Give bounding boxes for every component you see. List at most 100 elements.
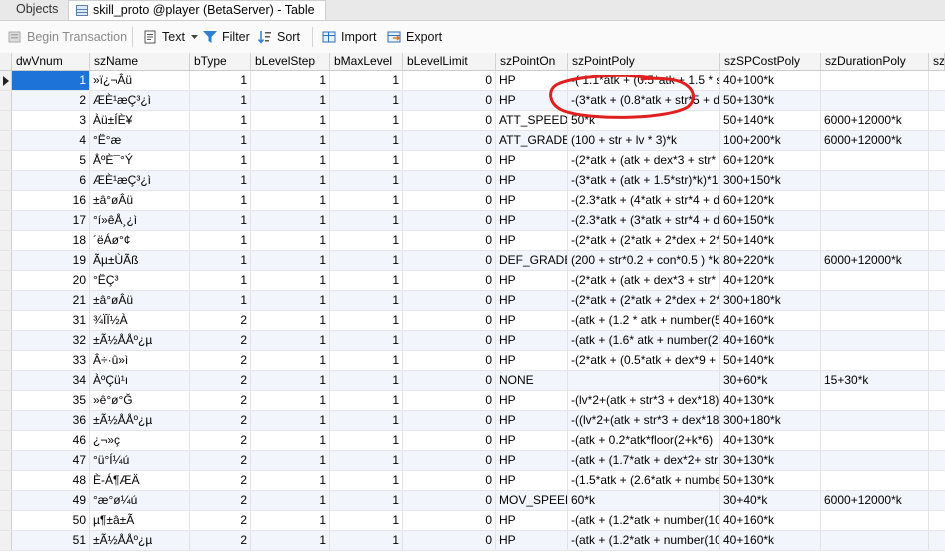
cell-szpointon[interactable]: HP — [496, 171, 568, 190]
cell-blevelstep[interactable]: 1 — [251, 351, 330, 370]
row-indicator[interactable] — [0, 211, 12, 230]
table-row[interactable]: 34 ÀºÇü¹ı 2 1 1 0 NONE 30+60*k 15+30*k — [0, 371, 945, 391]
table-row[interactable]: 33 Â÷·û»ì 2 1 1 0 HP -(2*atk + (0.5*atk + dex*9… — [0, 351, 945, 371]
cell-szpointon[interactable]: HP — [496, 151, 568, 170]
cell-szname[interactable]: Â÷·û»ì — [90, 351, 190, 370]
cell-blevelstep[interactable]: 1 — [251, 491, 330, 510]
cell-bmaxlevel[interactable]: 1 — [330, 311, 403, 330]
cell-bmaxlevel[interactable]: 1 — [330, 451, 403, 470]
cell-szpointpoly[interactable]: -(atk + (1.7*atk + dex*2+ str — [568, 451, 720, 470]
cell-szspcostpoly[interactable]: 50+140*k — [720, 231, 821, 250]
cell-btype[interactable]: 1 — [190, 271, 251, 290]
row-indicator[interactable] — [0, 311, 12, 330]
cell-btype[interactable]: 1 — [190, 291, 251, 310]
cell-btype[interactable]: 2 — [190, 431, 251, 450]
cell-szname[interactable]: ÅºÈ¯°Ý — [90, 151, 190, 170]
cell-blevelstep[interactable]: 1 — [251, 111, 330, 130]
cell-dwvnum[interactable]: 51 — [12, 531, 90, 550]
cell-szpointon[interactable]: HP — [496, 351, 568, 370]
cell-btype[interactable]: 1 — [190, 151, 251, 170]
cell-szpointpoly[interactable]: -(atk + (1.2*atk + number(10 — [568, 531, 720, 550]
cell-szdurationpoly[interactable] — [821, 351, 929, 370]
cell-szdurationpoly[interactable] — [821, 411, 929, 430]
row-indicator[interactable] — [0, 171, 12, 190]
cell-szspcostpoly[interactable]: 50+130*k — [720, 471, 821, 490]
cell-bmaxlevel[interactable]: 1 — [330, 151, 403, 170]
cell-blevellimit[interactable]: 0 — [403, 471, 496, 490]
cell-dwvnum[interactable]: 5 — [12, 151, 90, 170]
cell-szpointon[interactable]: HP — [496, 451, 568, 470]
cell-szname[interactable]: È-Á¶ÆÄ — [90, 471, 190, 490]
cell-blevelstep[interactable]: 1 — [251, 191, 330, 210]
header-col-szpointpoly[interactable]: szPointPoly — [568, 53, 720, 70]
cell-bmaxlevel[interactable]: 1 — [330, 291, 403, 310]
cell-btype[interactable]: 2 — [190, 351, 251, 370]
cell-dwvnum[interactable]: 34 — [12, 371, 90, 390]
cell-szpointon[interactable]: DEF_GRADE — [496, 251, 568, 270]
cell-dwvnum[interactable]: 16 — [12, 191, 90, 210]
cell-blevellimit[interactable]: 0 — [403, 191, 496, 210]
cell-bmaxlevel[interactable]: 1 — [330, 91, 403, 110]
cell-dwvnum[interactable]: 48 — [12, 471, 90, 490]
cell-blevelstep[interactable]: 1 — [251, 71, 330, 90]
cell-btype[interactable]: 1 — [190, 191, 251, 210]
cell-bmaxlevel[interactable]: 1 — [330, 71, 403, 90]
cell-szspcostpoly[interactable]: 40+130*k — [720, 391, 821, 410]
cell-szpointpoly[interactable]: 60*k — [568, 491, 720, 510]
cell-szspcostpoly[interactable]: 40+160*k — [720, 311, 821, 330]
cell-szspcostpoly[interactable]: 50+130*k — [720, 91, 821, 110]
row-indicator[interactable] — [0, 371, 12, 390]
cell-szname[interactable]: µ¶±â±Ã — [90, 511, 190, 530]
cell-szpointon[interactable]: HP — [496, 191, 568, 210]
cell-szdurationpoly[interactable]: 6000+12000*k — [821, 111, 929, 130]
cell-szspcostpoly[interactable]: 30+40*k — [720, 491, 821, 510]
table-row[interactable]: 49 °æ°ø¼ú 2 1 1 0 MOV_SPEED 60*k 30+40*k 6000+120… — [0, 491, 945, 511]
cell-szdurationpoly[interactable] — [821, 331, 929, 350]
cell-blevellimit[interactable]: 0 — [403, 211, 496, 230]
cell-szpointpoly[interactable]: -(atk + (1.2*atk + number(10 — [568, 511, 720, 530]
cell-szpointpoly[interactable]: -(3*atk + (0.8*atk + str*5 + d — [568, 91, 720, 110]
cell-blevelstep[interactable]: 1 — [251, 271, 330, 290]
cell-btype[interactable]: 1 — [190, 111, 251, 130]
cell-szname[interactable]: ±Ã½ÅÅº¿µ — [90, 531, 190, 550]
cell-blevellimit[interactable]: 0 — [403, 171, 496, 190]
cell-szname[interactable]: ±Ã½ÅÅº¿µ — [90, 411, 190, 430]
cell-bmaxlevel[interactable]: 1 — [330, 531, 403, 550]
cell-btype[interactable]: 2 — [190, 451, 251, 470]
cell-szpointon[interactable]: HP — [496, 231, 568, 250]
cell-btype[interactable]: 2 — [190, 391, 251, 410]
cell-szdurationpoly[interactable] — [821, 311, 929, 330]
cell-szdurationpoly[interactable] — [821, 431, 929, 450]
cell-dwvnum[interactable]: 3 — [12, 111, 90, 130]
tab-objects[interactable]: Objects — [0, 0, 68, 20]
header-col-dwvnum[interactable]: dwVnum — [12, 53, 90, 70]
cell-dwvnum[interactable]: 32 — [12, 331, 90, 350]
cell-bmaxlevel[interactable]: 1 — [330, 491, 403, 510]
cell-btype[interactable]: 1 — [190, 131, 251, 150]
tab-table[interactable]: skill_proto @player (BetaServer) - Table — [68, 0, 326, 20]
cell-szname[interactable]: ´ëÁø°¢ — [90, 231, 190, 250]
row-indicator[interactable] — [0, 391, 12, 410]
cell-btype[interactable]: 1 — [190, 171, 251, 190]
cell-szdurationpoly[interactable] — [821, 531, 929, 550]
row-indicator[interactable] — [0, 511, 12, 530]
cell-szspcostpoly[interactable]: 40+120*k — [720, 271, 821, 290]
header-col-btype[interactable]: bType — [190, 53, 251, 70]
row-indicator[interactable] — [0, 131, 12, 150]
cell-bmaxlevel[interactable]: 1 — [330, 371, 403, 390]
row-indicator[interactable] — [0, 291, 12, 310]
cell-szname[interactable]: °æ°ø¼ú — [90, 491, 190, 510]
header-col-blevelstep[interactable]: bLevelStep — [251, 53, 330, 70]
cell-dwvnum[interactable]: 21 — [12, 291, 90, 310]
header-col-sz-truncated[interactable]: sz — [929, 53, 945, 70]
cell-btype[interactable]: 2 — [190, 371, 251, 390]
cell-szname[interactable]: ±â°øÂü — [90, 191, 190, 210]
cell-szpointon[interactable]: HP — [496, 411, 568, 430]
cell-dwvnum[interactable]: 31 — [12, 311, 90, 330]
cell-szdurationpoly[interactable] — [821, 451, 929, 470]
cell-szdurationpoly[interactable] — [821, 391, 929, 410]
row-indicator[interactable] — [0, 111, 12, 130]
cell-bmaxlevel[interactable]: 1 — [330, 411, 403, 430]
cell-blevelstep[interactable]: 1 — [251, 151, 330, 170]
cell-bmaxlevel[interactable]: 1 — [330, 271, 403, 290]
